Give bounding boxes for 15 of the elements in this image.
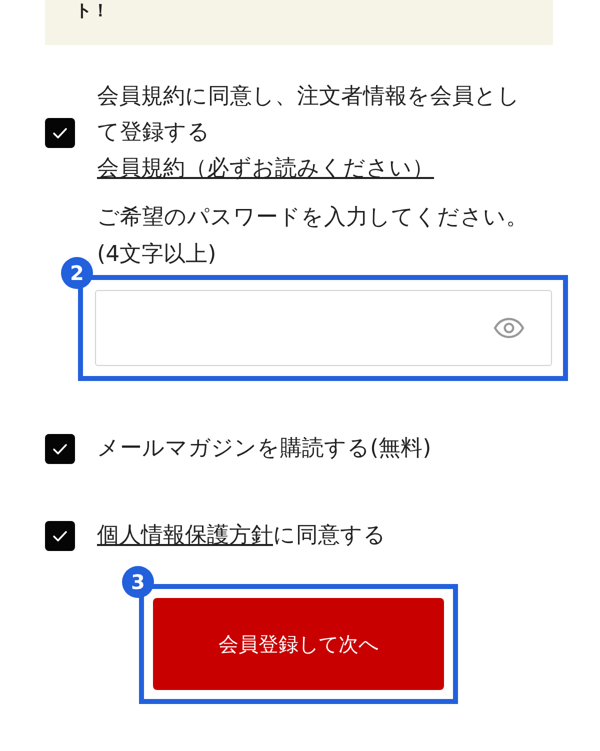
privacy-policy-link[interactable]: 個人情報保護方針 — [97, 523, 273, 548]
password-field[interactable] — [95, 290, 552, 366]
consent-label: に同意する — [273, 523, 386, 548]
step-badge: 2 — [61, 257, 93, 289]
eye-icon[interactable] — [493, 317, 525, 339]
checkbox[interactable] — [45, 434, 75, 464]
step-badge: 3 — [122, 566, 154, 598]
password-label: ご希望のパスワードを入力してください。(4文字以上) — [97, 204, 529, 269]
checkbox[interactable] — [45, 118, 75, 148]
consent-label: 会員規約に同意し、注文者情報を会員として登録する — [97, 83, 521, 147]
checkbox[interactable] — [45, 521, 75, 551]
terms-link[interactable]: 会員規約（必ずお読みください） — [97, 151, 434, 187]
notice-text: ト！ — [75, 0, 109, 22]
submit-button[interactable]: 会員登録して次へ — [153, 598, 444, 690]
newsletter-label: メールマガジンを購読する(無料) — [97, 436, 432, 461]
